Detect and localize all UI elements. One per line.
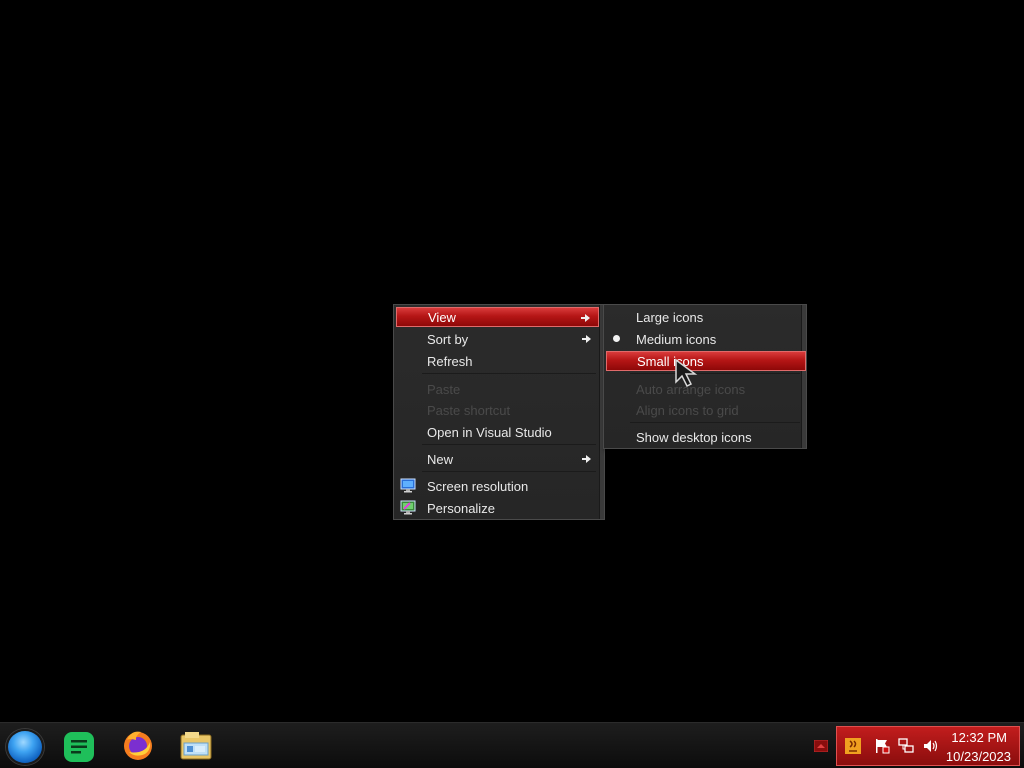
- menu-rail: [801, 305, 806, 448]
- submenu-arrow-icon: [581, 314, 590, 322]
- action-center-flag-icon[interactable]: [874, 738, 890, 754]
- system-tray: 12:32 PM 10/23/2023: [836, 726, 1020, 766]
- desktop-context-menu: View Sort by Refresh Paste Paste shortcu…: [393, 304, 605, 520]
- clock-time[interactable]: 12:32 PM: [951, 730, 1007, 745]
- notes-app-icon[interactable]: [63, 731, 95, 763]
- menu-item-paste-shortcut: Paste shortcut: [396, 400, 599, 420]
- menu-item-refresh[interactable]: Refresh: [396, 351, 599, 371]
- menu-item-label: Sort by: [427, 331, 469, 347]
- menu-item-view[interactable]: View: [396, 307, 599, 327]
- menu-item-small-icons[interactable]: Small icons: [606, 351, 806, 371]
- menu-item-new[interactable]: New: [396, 449, 599, 469]
- menu-item-label: Paste shortcut: [427, 402, 511, 418]
- menu-item-show-desktop-icons[interactable]: Show desktop icons: [606, 427, 801, 447]
- submenu-arrow-icon: [582, 335, 591, 343]
- menu-item-label: Open in Visual Studio: [427, 424, 552, 440]
- menu-item-label: New: [427, 451, 454, 467]
- menu-separator: [422, 444, 596, 445]
- show-hidden-icons-icon[interactable]: [814, 740, 828, 752]
- menu-item-label: Large icons: [636, 309, 704, 325]
- menu-separator: [422, 373, 596, 374]
- taskbar: 12:32 PM 10/23/2023: [0, 722, 1024, 768]
- file-explorer-icon[interactable]: [179, 729, 213, 763]
- menu-item-personalize[interactable]: Personalize: [396, 498, 599, 518]
- personalize-icon: [400, 500, 416, 515]
- menu-item-open-in-visual-studio[interactable]: Open in Visual Studio: [396, 422, 599, 442]
- mouse-cursor-icon: [675, 358, 698, 388]
- menu-item-label: Show desktop icons: [636, 429, 752, 445]
- menu-item-paste: Paste: [396, 379, 599, 399]
- menu-item-label: Align icons to grid: [636, 402, 739, 418]
- menu-item-sort-by[interactable]: Sort by: [396, 329, 599, 349]
- menu-item-label: Medium icons: [636, 331, 717, 347]
- menu-item-medium-icons[interactable]: Medium icons: [606, 329, 801, 349]
- clock-date[interactable]: 10/23/2023: [946, 749, 1011, 764]
- screen-resolution-icon: [400, 478, 416, 493]
- menu-item-auto-arrange-icons: Auto arrange icons: [606, 379, 801, 399]
- menu-item-label: View: [428, 309, 456, 325]
- submenu-arrow-icon: [582, 455, 591, 463]
- view-submenu: Large icons Medium icons Small icons Aut…: [603, 304, 807, 449]
- radio-bullet-icon: [613, 335, 620, 342]
- java-update-icon[interactable]: [845, 738, 861, 754]
- menu-separator: [630, 422, 800, 423]
- start-orb[interactable]: [6, 729, 44, 765]
- menu-separator: [630, 373, 800, 374]
- menu-item-label: Personalize: [427, 500, 495, 516]
- menu-item-align-icons-to-grid: Align icons to grid: [606, 400, 801, 420]
- volume-icon[interactable]: [922, 738, 938, 754]
- menu-item-screen-resolution[interactable]: Screen resolution: [396, 476, 599, 496]
- menu-separator: [422, 471, 596, 472]
- menu-item-label: Paste: [427, 381, 461, 397]
- firefox-icon[interactable]: [121, 728, 155, 762]
- menu-item-label: Refresh: [427, 353, 473, 369]
- menu-item-large-icons[interactable]: Large icons: [606, 307, 801, 327]
- menu-item-label: Screen resolution: [427, 478, 529, 494]
- network-icon[interactable]: [898, 738, 914, 754]
